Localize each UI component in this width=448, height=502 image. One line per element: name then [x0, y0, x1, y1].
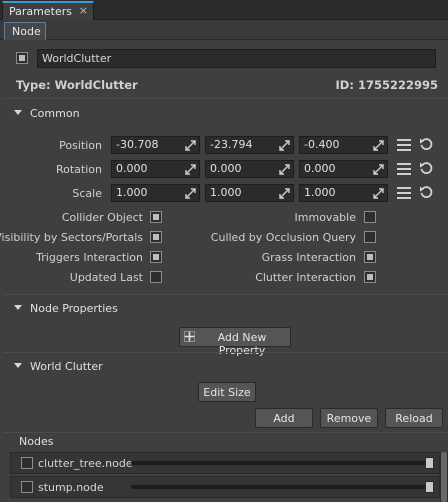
node-enabled-checkbox[interactable]: [16, 52, 28, 64]
updated-last-label: Updated Last: [69, 271, 143, 284]
slider-handle[interactable]: [425, 457, 434, 469]
plus-icon: [184, 331, 195, 342]
position-z-value: -0.400: [304, 138, 340, 151]
tab-parameters-label: Parameters: [9, 5, 72, 18]
drag-arrow-icon[interactable]: [373, 140, 384, 151]
rotation-y-field[interactable]: 0.000: [205, 160, 294, 178]
remove-button[interactable]: Remove: [320, 408, 378, 428]
divider: [4, 352, 448, 353]
drag-arrow-icon[interactable]: [279, 164, 290, 175]
type-value: WorldClutter: [54, 78, 138, 92]
reset-icon[interactable]: [419, 137, 433, 151]
collapse-arrow-icon: [14, 363, 22, 368]
triggers-interaction-checkbox[interactable]: [150, 251, 162, 263]
add-new-property-button[interactable]: Add New Property: [179, 327, 291, 357]
tab-node[interactable]: Node: [4, 22, 46, 40]
close-icon[interactable]: ×: [79, 4, 88, 17]
add-new-property-label: Add New Property: [217, 331, 267, 357]
position-z-field[interactable]: -0.400: [299, 136, 388, 154]
section-node-properties-header[interactable]: Node Properties: [4, 298, 448, 320]
rotation-label: Rotation: [55, 163, 102, 176]
culled-occlusion-checkbox[interactable]: [364, 231, 376, 243]
panel-tabbar: Parameters ×: [0, 0, 448, 20]
subtab-bar: Node: [0, 20, 448, 40]
scale-y-value: 1.000: [210, 186, 242, 199]
section-common-header[interactable]: Common: [4, 103, 448, 125]
tab-parameters[interactable]: Parameters ×: [2, 1, 94, 20]
node-weight-slider[interactable]: [131, 485, 431, 489]
scale-x-field[interactable]: 1.000: [111, 184, 200, 202]
rotation-x-field[interactable]: 0.000: [111, 160, 200, 178]
divider: [4, 432, 448, 433]
drag-arrow-icon[interactable]: [373, 188, 384, 199]
culled-occlusion-label: Culled by Occlusion Query: [210, 231, 356, 244]
menu-icon[interactable]: [397, 163, 411, 175]
list-item[interactable]: stump.node: [10, 476, 440, 498]
scale-label: Scale: [72, 187, 102, 200]
rotation-z-field[interactable]: 0.000: [299, 160, 388, 178]
position-label: Position: [59, 139, 102, 152]
rotation-x-value: 0.000: [116, 162, 148, 175]
position-y-value: -23.794: [210, 138, 253, 151]
drag-arrow-icon[interactable]: [279, 188, 290, 199]
type-info: Type: WorldClutter: [16, 78, 138, 92]
section-node-properties-title: Node Properties: [30, 302, 118, 315]
divider: [4, 294, 448, 295]
add-button[interactable]: Add: [255, 408, 313, 428]
id-info: ID: 1755222995: [336, 78, 438, 92]
slider-handle[interactable]: [425, 481, 434, 493]
divider: [4, 98, 448, 99]
updated-last-checkbox[interactable]: [150, 271, 162, 283]
visibility-sectors-label: Visibility by Sectors/Portals: [0, 231, 143, 244]
type-label: Type:: [16, 78, 51, 92]
drag-arrow-icon[interactable]: [185, 188, 196, 199]
drag-arrow-icon[interactable]: [185, 164, 196, 175]
menu-icon[interactable]: [397, 187, 411, 199]
drag-arrow-icon[interactable]: [185, 140, 196, 151]
node-name: stump.node: [38, 481, 104, 494]
grass-interaction-label: Grass Interaction: [261, 251, 356, 264]
reset-icon[interactable]: [419, 161, 433, 175]
section-world-clutter-header[interactable]: World Clutter: [4, 356, 448, 378]
node-weight-slider[interactable]: [131, 461, 431, 465]
scale-z-field[interactable]: 1.000: [299, 184, 388, 202]
position-x-field[interactable]: -30.708: [111, 136, 200, 154]
collider-object-label: Collider Object: [61, 211, 143, 224]
position-x-value: -30.708: [116, 138, 159, 151]
node-name-input[interactable]: WorldClutter: [37, 49, 436, 68]
reload-button[interactable]: Reload: [385, 408, 443, 428]
rotation-y-value: 0.000: [210, 162, 242, 175]
immovable-label: Immovable: [294, 211, 356, 224]
grass-interaction-checkbox[interactable]: [364, 251, 376, 263]
scale-y-field[interactable]: 1.000: [205, 184, 294, 202]
rotation-z-value: 0.000: [304, 162, 336, 175]
immovable-checkbox[interactable]: [364, 211, 376, 223]
collapse-arrow-icon: [14, 305, 22, 310]
node-checkbox[interactable]: [21, 457, 33, 469]
position-y-field[interactable]: -23.794: [205, 136, 294, 154]
edit-size-button[interactable]: Edit Size: [198, 382, 256, 402]
scrollbar-thumb[interactable]: [441, 452, 447, 502]
section-common-title: Common: [30, 107, 80, 120]
clutter-interaction-checkbox[interactable]: [364, 271, 376, 283]
scale-x-value: 1.000: [116, 186, 148, 199]
node-checkbox[interactable]: [21, 481, 33, 493]
triggers-interaction-label: Triggers Interaction: [36, 251, 143, 264]
scale-z-value: 1.000: [304, 186, 336, 199]
menu-icon[interactable]: [397, 139, 411, 151]
id-label: ID:: [335, 78, 354, 92]
id-value: 1755222995: [357, 78, 438, 92]
section-world-clutter-title: World Clutter: [30, 360, 103, 373]
nodes-title: Nodes: [19, 435, 54, 448]
list-item[interactable]: clutter_tree.node: [10, 452, 440, 474]
node-name: clutter_tree.node: [38, 457, 133, 470]
reset-icon[interactable]: [419, 185, 433, 199]
collider-object-checkbox[interactable]: [150, 211, 162, 223]
scrollbar[interactable]: [440, 452, 448, 502]
collapse-arrow-icon: [14, 110, 22, 115]
clutter-interaction-label: Clutter Interaction: [255, 271, 356, 284]
visibility-sectors-checkbox[interactable]: [150, 231, 162, 243]
drag-arrow-icon[interactable]: [373, 164, 384, 175]
drag-arrow-icon[interactable]: [279, 140, 290, 151]
